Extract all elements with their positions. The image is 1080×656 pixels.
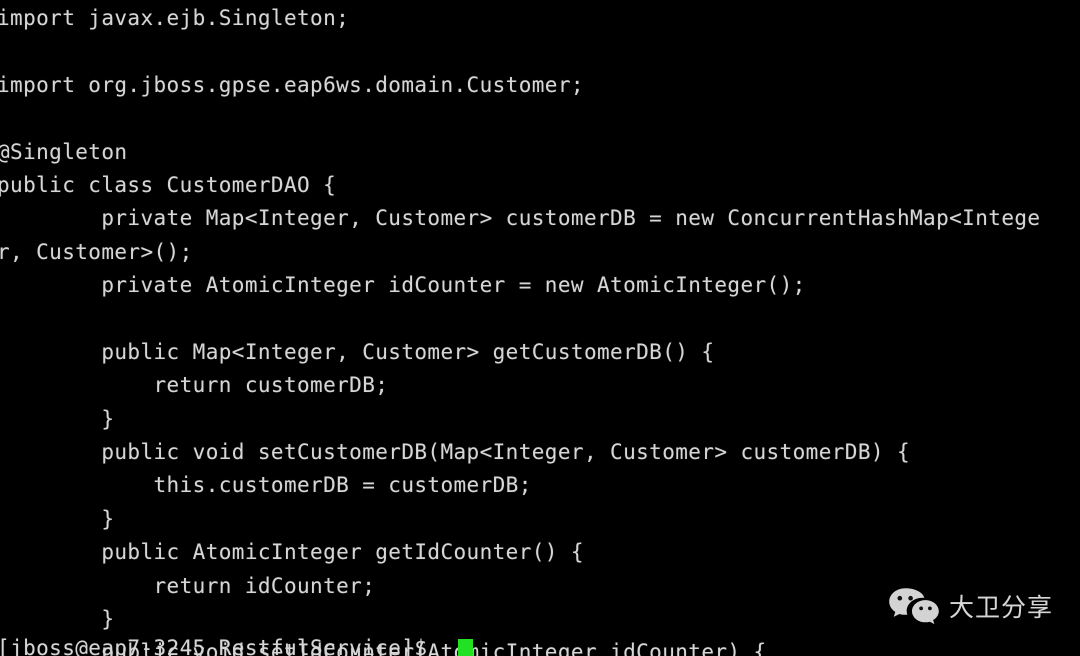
code-line: return customerDB;: [0, 373, 389, 398]
code-line: import javax.ejb.Singleton;: [0, 6, 350, 30]
text-cursor[interactable]: [458, 639, 473, 656]
wechat-logo: [888, 586, 940, 626]
code-line: import org.jboss.gpse.eap6ws.domain.Cust…: [0, 72, 584, 97]
code-line: private Map<Integer, Customer> customerD…: [0, 206, 1041, 231]
code-line: public void setCustomerDB(Map<Integer, C…: [0, 440, 911, 465]
watermark-label: 大卫分享: [949, 593, 1054, 622]
code-line: public Map<Integer, Customer> getCustome…: [0, 339, 715, 364]
code-line: r, Customer>();: [0, 239, 193, 264]
code-line: @Singleton: [0, 139, 128, 164]
terminal-window: import javax.ejb.Singleton; import org.j…: [0, 0, 1080, 656]
code-line: public AtomicInteger getIdCounter() {: [0, 540, 584, 565]
code-line: this.customerDB = customerDB;: [0, 473, 532, 498]
watermark: 大卫分享: [888, 586, 1053, 626]
code-line: }: [0, 406, 115, 431]
shell-prompt: [jboss@eap7-3245 RestfulService]$: [0, 636, 428, 656]
code-listing: import javax.ejb.Singleton; import org.j…: [0, 0, 1080, 656]
code-line: private AtomicInteger idCounter = new At…: [0, 273, 806, 298]
code-line: }: [0, 506, 115, 531]
code-line: public class CustomerDAO {: [0, 172, 337, 197]
